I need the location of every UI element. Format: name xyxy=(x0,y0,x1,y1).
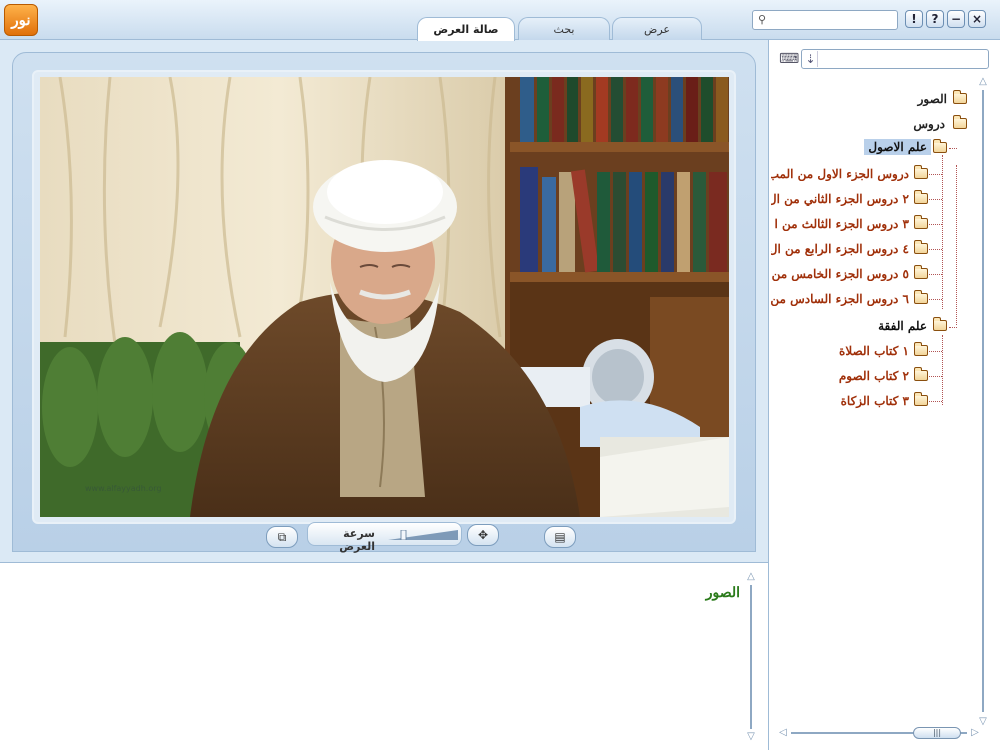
scroll-up-icon[interactable]: △ xyxy=(977,76,989,88)
tree-node-usul[interactable]: علم الاصول xyxy=(769,139,949,159)
title-bar: نور عرض بحث صالة العرض ⚲ ! ? − × xyxy=(0,0,1000,41)
tree-connector xyxy=(949,148,957,149)
folder-open-icon xyxy=(933,317,947,331)
tree-item-usul-5[interactable]: ٥ دروس الجزء الخامس من xyxy=(769,265,929,285)
gallery-button[interactable]: ⧉ xyxy=(266,526,298,548)
tree-connector xyxy=(949,327,957,328)
scroll-right-icon[interactable]: ▷ xyxy=(969,727,981,739)
folder-icon xyxy=(914,265,928,279)
scroll-up-icon[interactable]: △ xyxy=(745,571,757,583)
tree-item-fiqh-2[interactable]: ٢ كتاب الصوم xyxy=(769,367,929,387)
speed-slider[interactable] xyxy=(388,530,458,540)
save-button[interactable]: ▤ xyxy=(544,526,576,548)
scrollbar-track[interactable] xyxy=(750,585,752,729)
tree-node-photos[interactable]: الصور xyxy=(769,90,969,110)
tree-item-usul-2[interactable]: ٢ دروس الجزء الثاني من ال xyxy=(769,190,929,210)
tree-connector xyxy=(929,401,942,402)
tree-vertical-scrollbar[interactable]: △ ▽ xyxy=(977,76,989,728)
tree-connector xyxy=(929,299,942,300)
watermark-text: www.alfayyadh.org xyxy=(85,484,161,493)
folder-icon xyxy=(914,190,928,204)
folder-open-icon xyxy=(953,115,967,129)
speed-slider-thumb[interactable] xyxy=(400,530,407,540)
detail-panel: الصور △ ▽ xyxy=(0,562,768,750)
tab-search[interactable]: بحث xyxy=(518,17,610,40)
gallery-icon: ⧉ xyxy=(277,530,287,544)
top-search-input[interactable] xyxy=(771,12,895,28)
folder-icon xyxy=(914,290,928,304)
scrollbar-track[interactable] xyxy=(982,90,984,712)
tree-item-usul-6[interactable]: ٦ دروس الجزء السادس من xyxy=(769,290,929,310)
tree-connector xyxy=(929,351,942,352)
tree-connector xyxy=(929,174,942,175)
tree-node-lessons[interactable]: دروس xyxy=(769,115,969,135)
tree-item-fiqh-1[interactable]: ١ كتاب الصلاة xyxy=(769,342,929,362)
detail-scrollbar[interactable]: △ ▽ xyxy=(745,571,757,743)
folder-icon xyxy=(953,90,967,104)
tree-search-box[interactable]: ⇣ xyxy=(801,49,989,69)
speed-label: سرعة العرض xyxy=(339,527,375,553)
tree-node-fiqh[interactable]: علم الفقة xyxy=(769,317,949,337)
tree-panel: ⌨ ⇣ الصور دروس علم الاصول دروس الجزء الا… xyxy=(768,40,1000,750)
scroll-left-icon[interactable]: ◁ xyxy=(777,727,789,739)
tree-connector xyxy=(929,249,942,250)
tree-horizontal-scrollbar[interactable]: ◁ ||| ▷ xyxy=(777,726,982,740)
folder-icon xyxy=(914,240,928,254)
detail-title: الصور xyxy=(705,585,740,601)
info-button[interactable]: ! xyxy=(905,10,923,28)
tree-connector xyxy=(942,335,943,405)
tree-item-usul-4[interactable]: ٤ دروس الجزء الرابع من ال xyxy=(769,240,929,260)
tree-connector xyxy=(929,274,942,275)
fullscreen-button[interactable]: ✥ xyxy=(467,524,499,546)
keyboard-icon[interactable]: ⌨ xyxy=(779,51,799,67)
tree-connector xyxy=(929,224,942,225)
tab-view[interactable]: عرض xyxy=(612,17,702,40)
tree-item-usul-1[interactable]: دروس الجزء الاول من المب xyxy=(769,165,929,185)
tree-connector xyxy=(942,155,943,309)
save-icon: ▤ xyxy=(554,530,566,544)
tree-item-usul-3[interactable]: ٣ دروس الجزء الثالث من ا xyxy=(769,215,929,235)
arrow-down-icon[interactable]: ⇣ xyxy=(804,51,818,67)
speed-control[interactable]: سرعة العرض xyxy=(307,522,462,553)
search-icon[interactable]: ⚲ xyxy=(755,13,769,27)
app-logo[interactable]: نور xyxy=(4,4,38,36)
tree-search-input[interactable] xyxy=(820,51,985,67)
close-button[interactable]: × xyxy=(968,10,986,28)
top-search-box[interactable]: ⚲ xyxy=(752,10,898,30)
fullscreen-icon: ✥ xyxy=(477,528,489,542)
tab-gallery[interactable]: صالة العرض xyxy=(417,17,515,41)
folder-icon xyxy=(914,367,928,381)
folder-icon xyxy=(914,342,928,356)
scrollbar-thumb[interactable]: ||| xyxy=(913,727,961,739)
scroll-down-icon[interactable]: ▽ xyxy=(745,731,757,743)
tree-item-fiqh-3[interactable]: ٣ كتاب الزكاة xyxy=(769,392,929,412)
tree-connector xyxy=(956,165,957,325)
folder-icon xyxy=(914,215,928,229)
tree-connector xyxy=(929,199,942,200)
folder-icon xyxy=(914,165,928,179)
tree-connector xyxy=(929,376,942,377)
photo-display[interactable]: www.alfayyadh.org xyxy=(40,77,729,517)
folder-open-icon xyxy=(933,139,947,153)
photo-image: www.alfayyadh.org xyxy=(40,77,729,517)
folder-icon xyxy=(914,392,928,406)
minimize-button[interactable]: − xyxy=(947,10,965,28)
help-button[interactable]: ? xyxy=(926,10,944,28)
